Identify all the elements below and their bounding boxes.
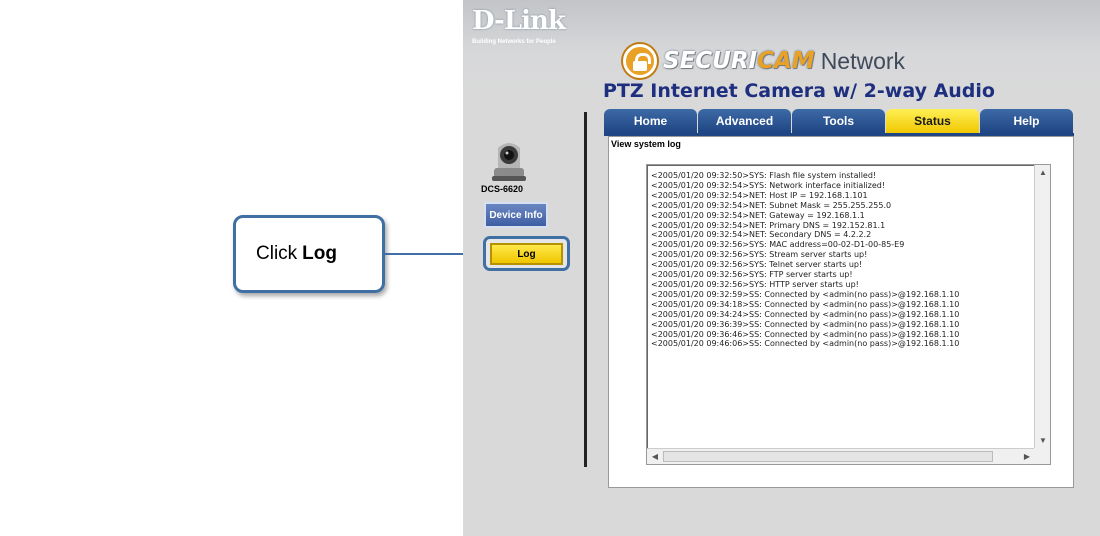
tab-status[interactable]: Status <box>886 109 979 133</box>
scroll-up-arrow-icon[interactable]: ▲ <box>1038 168 1048 178</box>
system-log-text: <2005/01/20 09:32:50>SYS: Flash file sys… <box>651 171 1027 436</box>
log-line: <2005/01/20 09:32:56>SYS: Stream server … <box>651 250 868 260</box>
log-line: <2005/01/20 09:32:56>SYS: MAC address=00… <box>651 240 905 250</box>
lock-icon <box>623 44 657 78</box>
brand-tagline: Building Networks for People <box>472 39 556 45</box>
ptz-camera-icon <box>492 143 526 181</box>
log-line: <2005/01/20 09:34:18>SS: Connected by <a… <box>651 299 960 309</box>
vertical-scrollbar[interactable]: ▲ ▼ <box>1034 165 1050 449</box>
horizontal-scrollbar[interactable]: ◀ ▶ <box>647 448 1035 464</box>
log-line: <2005/01/20 09:32:54>NET: Host IP = 192.… <box>651 190 868 200</box>
content-area: View system log <2005/01/20 09:32:50>SYS… <box>608 136 1074 488</box>
sidebar-divider <box>584 112 587 467</box>
brand-logo: D-Link <box>472 6 566 36</box>
product-name-network: Network <box>820 47 906 74</box>
scroll-right-arrow-icon[interactable]: ▶ <box>1022 452 1032 462</box>
log-line: <2005/01/20 09:32:56>SYS: FTP server sta… <box>651 270 853 280</box>
log-button[interactable]: Log <box>490 243 563 265</box>
log-line: <2005/01/20 09:32:54>NET: Primary DNS = … <box>651 220 886 230</box>
log-line: <2005/01/20 09:32:54>SYS: Network interf… <box>651 180 886 190</box>
product-name-cam: CAM <box>757 48 815 74</box>
horizontal-scroll-thumb[interactable] <box>663 451 993 462</box>
header-banner: D-Link Building Networks for People SECU… <box>463 0 1100 102</box>
camera-model-label: DCS-6620 <box>481 184 524 194</box>
scrollbar-corner <box>1034 448 1050 464</box>
log-line: <2005/01/20 09:32:59>SS: Connected by <a… <box>651 289 960 299</box>
tab-home[interactable]: Home <box>604 109 697 133</box>
log-line: <2005/01/20 09:32:54>NET: Subnet Mask = … <box>651 200 892 210</box>
log-line: <2005/01/20 09:36:39>SS: Connected by <a… <box>651 319 960 329</box>
tab-help[interactable]: Help <box>980 109 1073 133</box>
system-log-textarea[interactable]: <2005/01/20 09:32:50>SYS: Flash file sys… <box>646 164 1051 465</box>
tab-advanced[interactable]: Advanced <box>698 109 791 133</box>
log-line: <2005/01/20 09:46:06>SS: Connected by <a… <box>651 339 960 349</box>
log-line: <2005/01/20 09:32:50>SYS: Flash file sys… <box>651 171 877 180</box>
log-line: <2005/01/20 09:32:56>SYS: HTTP server st… <box>651 279 859 289</box>
log-line: <2005/01/20 09:36:46>SS: Connected by <a… <box>651 329 960 339</box>
click-log-callout: Click Log <box>233 215 385 293</box>
log-line: <2005/01/20 09:32:54>NET: Secondary DNS … <box>651 230 872 240</box>
tab-tools[interactable]: Tools <box>792 109 885 133</box>
product-subtitle: PTZ Internet Camera w/ 2-way Audio <box>603 80 995 102</box>
scroll-left-arrow-icon[interactable]: ◀ <box>650 452 660 462</box>
product-name-securi: SECURI <box>663 48 758 74</box>
log-line: <2005/01/20 09:32:56>SYS: Telnet server … <box>651 260 863 270</box>
page-title: View system log <box>611 139 681 149</box>
callout-emphasis: Log <box>302 243 337 264</box>
callout-prefix: Click <box>256 243 298 264</box>
main-tabs: Home Advanced Tools Status Help <box>604 109 1074 133</box>
product-logo: SECURICAM Network <box>623 44 905 78</box>
log-line: <2005/01/20 09:34:24>SS: Connected by <a… <box>651 309 960 319</box>
log-line: <2005/01/20 09:32:54>NET: Gateway = 192.… <box>651 210 865 220</box>
device-info-button[interactable]: Device Info <box>484 202 548 228</box>
camera-web-ui: D-Link Building Networks for People SECU… <box>463 0 1100 536</box>
scroll-down-arrow-icon[interactable]: ▼ <box>1038 436 1048 446</box>
